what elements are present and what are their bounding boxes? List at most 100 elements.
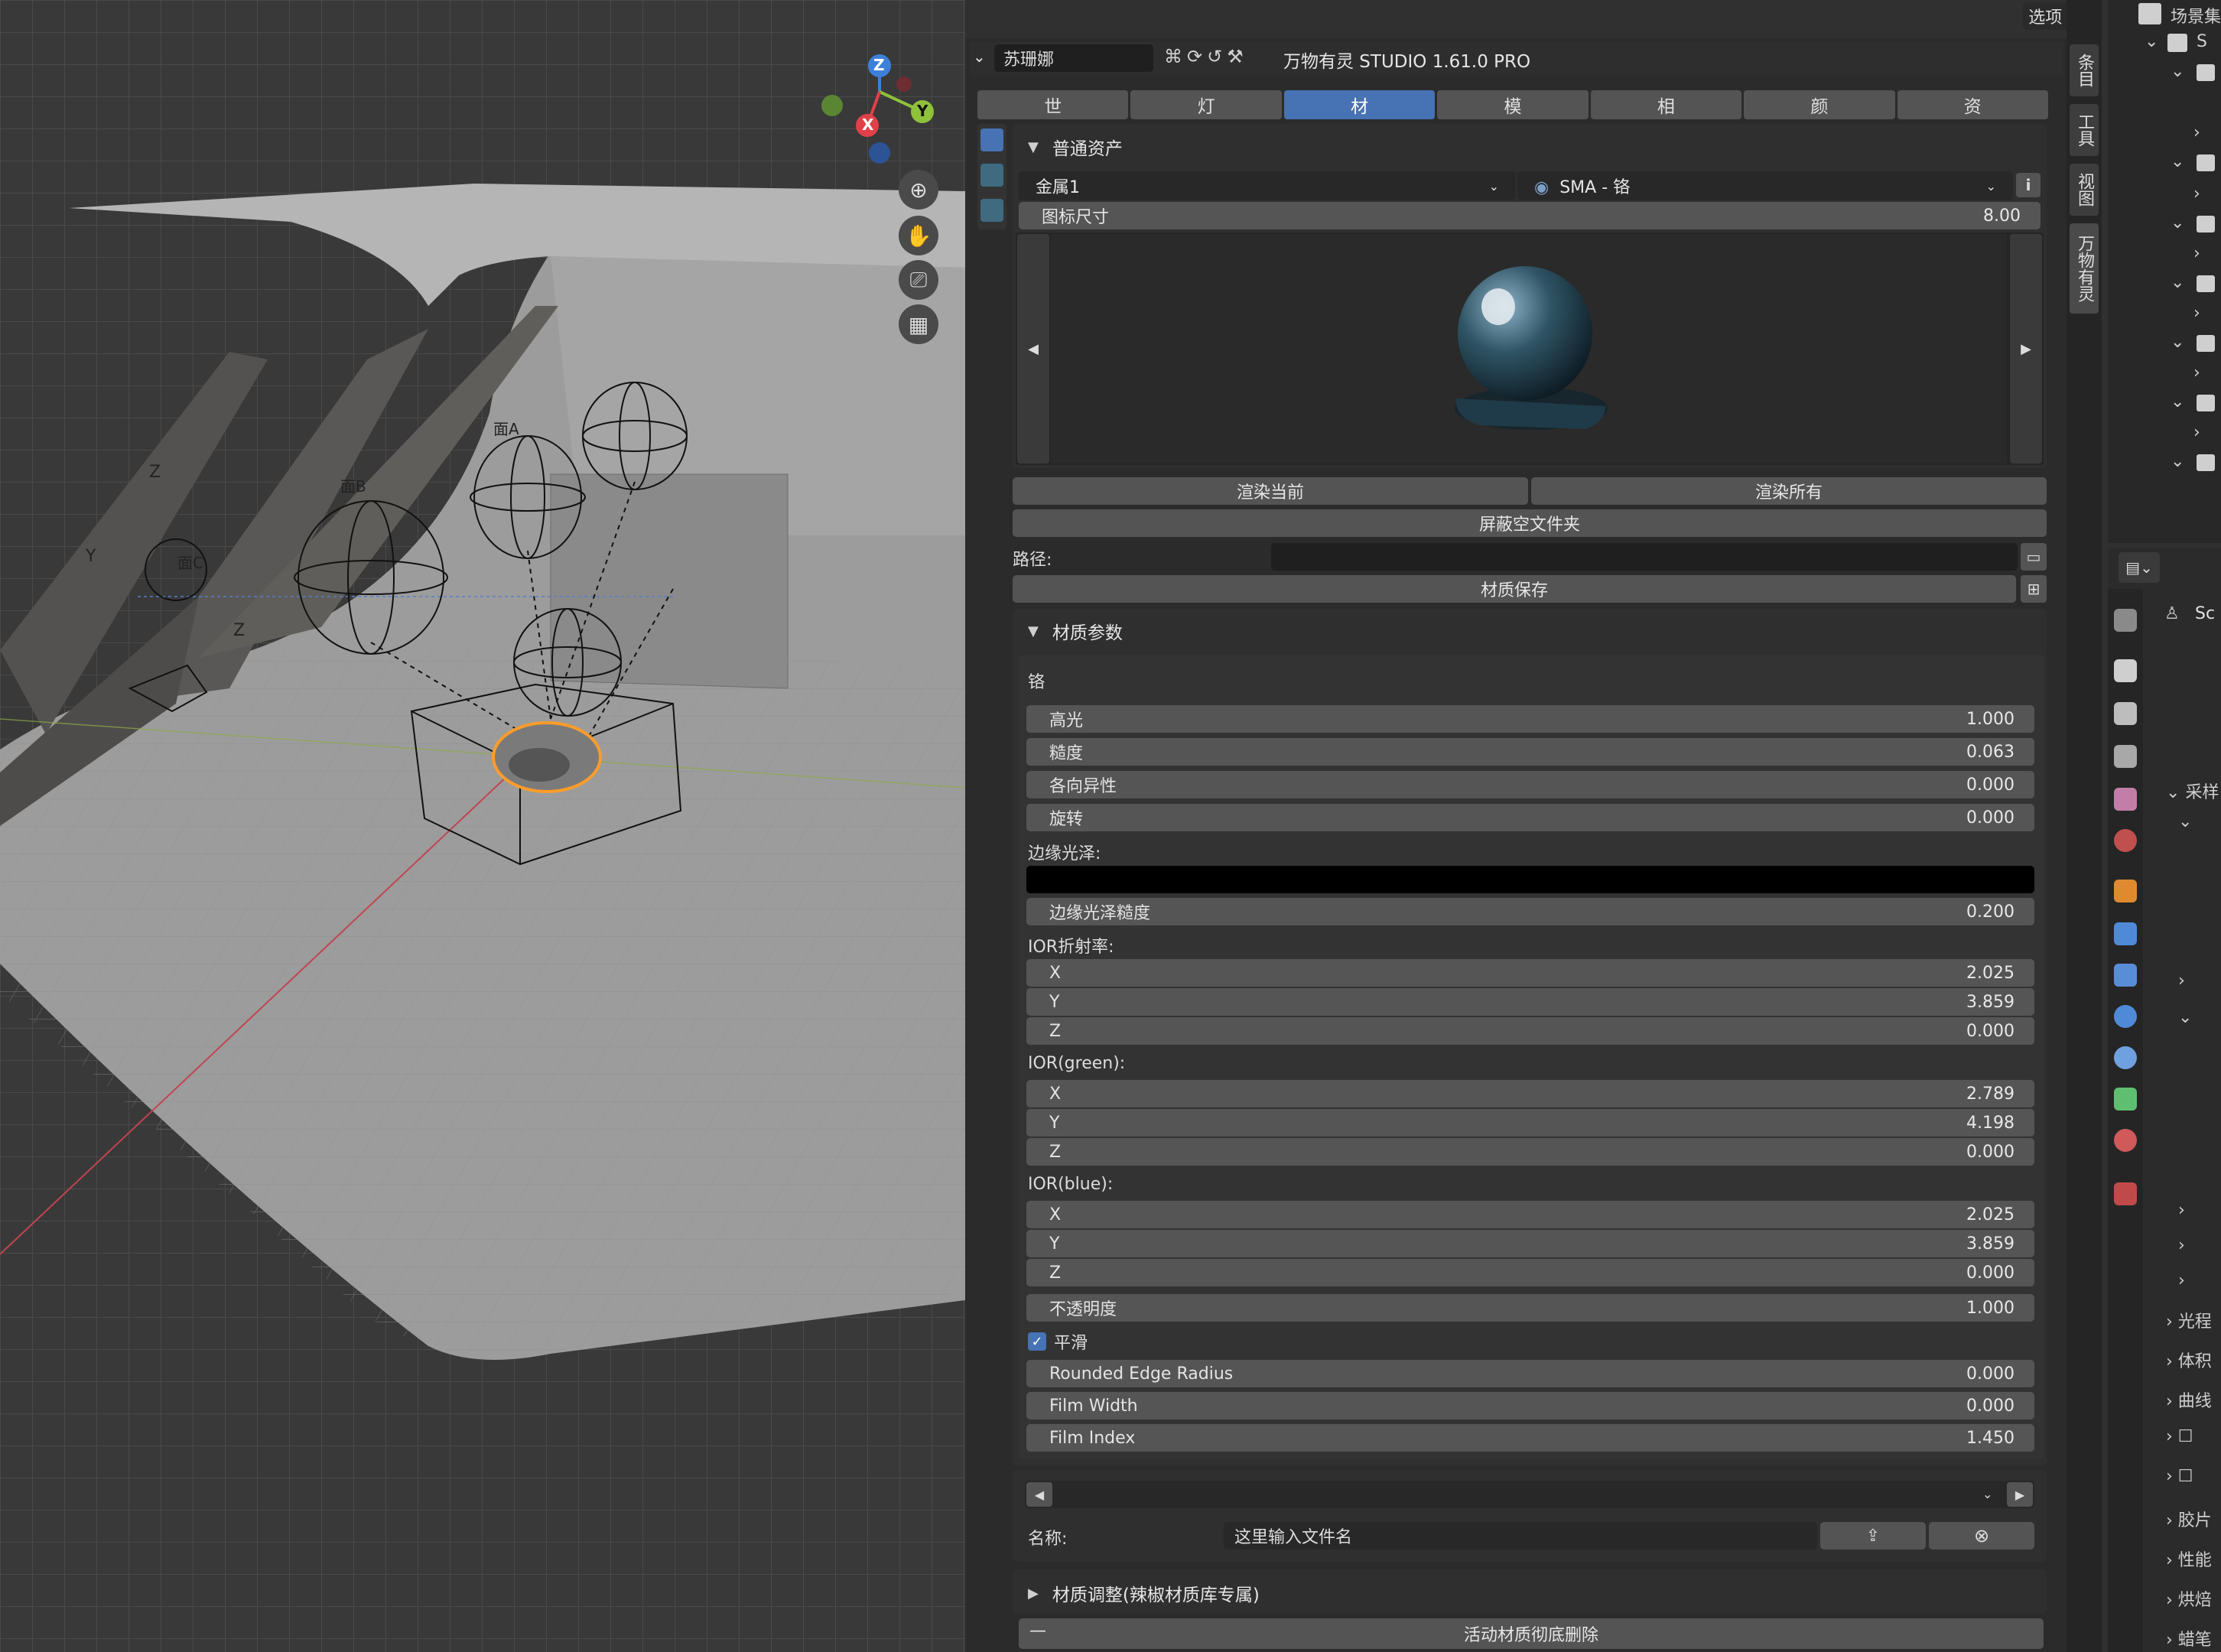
- section-checkbox-2[interactable]: › ☐: [2166, 1467, 2193, 1486]
- ior-blue-x[interactable]: X 2.025: [1026, 1201, 2034, 1228]
- asset-mode-icon-1[interactable]: [980, 128, 1003, 151]
- edge-roughness-slider[interactable]: 边缘光泽糙度 0.200: [1026, 898, 2034, 925]
- asset-section-header[interactable]: ▼ 普通资产: [1028, 134, 1123, 160]
- expand-chevron-icon[interactable]: ›: [2178, 971, 2185, 990]
- expand-chevron-icon[interactable]: ⌄: [2145, 32, 2158, 51]
- object-tab-icon[interactable]: [2114, 880, 2137, 902]
- world-tab-icon[interactable]: [2114, 829, 2137, 852]
- checkbox-checked-icon[interactable]: ✓: [1028, 1332, 1046, 1351]
- upload-icon[interactable]: ⇪: [1820, 1522, 1926, 1550]
- expand-chevron-icon[interactable]: ›: [2178, 1236, 2185, 1255]
- view-layer-tab-icon[interactable]: [2114, 745, 2137, 768]
- preview-next-button[interactable]: ▶: [2010, 234, 2042, 463]
- section-sampling[interactable]: ⌄ 采样: [2166, 779, 2219, 803]
- data-tab-icon[interactable]: [2114, 1088, 2137, 1111]
- tab-material[interactable]: 材: [1283, 90, 1436, 119]
- preview-thumbnail-frame[interactable]: [1051, 234, 2007, 463]
- tab-tool[interactable]: 工具: [2070, 104, 2099, 156]
- asset-mode-icon-3[interactable]: [980, 199, 1003, 222]
- chevron-down-icon[interactable]: ⌄: [1982, 1487, 1992, 1501]
- rotation-slider[interactable]: 旋转 0.000: [1026, 804, 2034, 831]
- file-next-button[interactable]: ▶: [2007, 1482, 2033, 1507]
- filename-input[interactable]: 这里输入文件名: [1224, 1522, 1817, 1550]
- film-width-slider[interactable]: Film Width 0.000: [1026, 1392, 2034, 1419]
- specular-slider[interactable]: 高光 1.000: [1026, 705, 2034, 733]
- delete-active-material-button[interactable]: — 活动材质彻底删除: [1019, 1618, 2044, 1649]
- material-params-header[interactable]: ▼ 材质参数: [1028, 618, 1123, 644]
- ortho-grid-icon[interactable]: ▦: [899, 304, 938, 344]
- render-all-button[interactable]: 渲染所有: [1531, 477, 2047, 505]
- outliner-first-item[interactable]: S: [2197, 32, 2207, 51]
- scene-name[interactable]: Sc: [2195, 604, 2215, 623]
- material-save-button[interactable]: 材质保存: [1013, 575, 2016, 603]
- 3d-viewport[interactable]: 面B 面A 面C Z Y Z Z Y X ⊕ ✋ ⎚ ▦: [0, 0, 965, 1652]
- render-current-button[interactable]: 渲染当前: [1013, 477, 1528, 505]
- section-checkbox-1[interactable]: › ☐: [2166, 1427, 2193, 1446]
- tab-model[interactable]: 模: [1437, 90, 1589, 119]
- ior-red-z[interactable]: Z 0.000: [1026, 1017, 2034, 1045]
- material-tab-icon[interactable]: [2114, 1129, 2137, 1152]
- ior-red-y[interactable]: Y 3.859: [1026, 988, 2034, 1016]
- info-icon[interactable]: i: [2016, 173, 2041, 197]
- file-prev-button[interactable]: ◀: [1026, 1482, 1052, 1507]
- tab-item[interactable]: 条目: [2070, 44, 2099, 96]
- ior-blue-y[interactable]: Y 3.859: [1026, 1230, 2034, 1257]
- tab-color[interactable]: 颜: [1744, 90, 1895, 119]
- section-grease-pencil[interactable]: › 蜡笔: [2166, 1626, 2212, 1650]
- hide-empty-folders-button[interactable]: 屏蔽空文件夹: [1013, 509, 2047, 537]
- film-index-slider[interactable]: Film Index 1.450: [1026, 1424, 2034, 1452]
- camera-view-icon[interactable]: ⎚: [899, 260, 938, 300]
- ior-green-y[interactable]: Y 4.198: [1026, 1109, 2034, 1137]
- command-icon[interactable]: ⌘: [1164, 46, 1182, 67]
- expand-chevron-icon[interactable]: ⌄: [2178, 812, 2192, 831]
- ior-green-z[interactable]: Z 0.000: [1026, 1138, 2034, 1166]
- tab-camera[interactable]: 相: [1590, 90, 1742, 119]
- expand-chevron-icon[interactable]: ›: [2178, 1271, 2185, 1290]
- tab-assets[interactable]: 资: [1897, 90, 2048, 119]
- pan-hand-icon[interactable]: ✋: [899, 216, 938, 255]
- tab-world[interactable]: 世: [977, 90, 1129, 119]
- modifier-tab-icon[interactable]: [2114, 922, 2137, 945]
- tab-addon[interactable]: 万物有灵: [2070, 223, 2099, 314]
- category-dropdown[interactable]: 金属1 ⌄: [1019, 171, 1516, 200]
- section-volumes[interactable]: › 体积: [2166, 1348, 2212, 1372]
- icon-size-slider[interactable]: 图标尺寸 8.00: [1019, 202, 2041, 229]
- render-tab-icon[interactable]: [2114, 659, 2137, 682]
- particles-tab-icon[interactable]: [2114, 964, 2137, 987]
- material-dropdown[interactable]: ◉ SMA - 铬 ⌄: [1517, 171, 2013, 200]
- section-performance[interactable]: › 性能: [2166, 1546, 2212, 1571]
- history-icon[interactable]: ↺: [1207, 46, 1222, 67]
- ior-blue-z[interactable]: Z 0.000: [1026, 1259, 2034, 1286]
- section-light-paths[interactable]: › 光程: [2166, 1308, 2212, 1332]
- edge-tint-color-swatch[interactable]: [1026, 866, 2034, 893]
- collapse-chevron-icon[interactable]: ⌄: [973, 47, 986, 66]
- tool-tab-icon[interactable]: [2114, 609, 2137, 632]
- rounded-edge-slider[interactable]: Rounded Edge Radius 0.000: [1026, 1360, 2034, 1387]
- tab-light[interactable]: 灯: [1130, 90, 1282, 119]
- zoom-icon[interactable]: ⊕: [899, 170, 938, 210]
- navigation-gizmo[interactable]: Z Y X: [818, 52, 941, 167]
- clear-icon[interactable]: ⊗: [1929, 1522, 2034, 1550]
- physics-tab-icon[interactable]: [2114, 1005, 2137, 1028]
- adjust-section-header[interactable]: ▶ 材质调整(辣椒材质库专属): [1028, 1580, 1260, 1606]
- refresh-icon[interactable]: ⟳: [1187, 46, 1202, 67]
- constraints-tab-icon[interactable]: [2114, 1046, 2137, 1069]
- output-tab-icon[interactable]: [2114, 702, 2137, 725]
- opacity-slider[interactable]: 不透明度 1.000: [1026, 1294, 2034, 1322]
- smooth-checkbox-row[interactable]: ✓ 平滑: [1028, 1329, 1088, 1354]
- expand-chevron-icon[interactable]: ⌄: [2178, 1008, 2192, 1027]
- anisotropy-slider[interactable]: 各向异性 0.000: [1026, 771, 2034, 798]
- path-input[interactable]: [1271, 543, 2018, 571]
- roughness-slider[interactable]: 糙度 0.063: [1026, 738, 2034, 766]
- preview-prev-button[interactable]: ◀: [1017, 234, 1049, 463]
- expand-chevron-icon[interactable]: ›: [2178, 1201, 2185, 1220]
- new-folder-icon[interactable]: ⊞: [2021, 575, 2047, 603]
- ior-green-x[interactable]: X 2.789: [1026, 1080, 2034, 1107]
- section-film[interactable]: › 胶片: [2166, 1507, 2212, 1531]
- tools-icon[interactable]: ⚒: [1227, 46, 1244, 67]
- ior-red-x[interactable]: X 2.025: [1026, 959, 2034, 987]
- asset-mode-icon-2[interactable]: [980, 164, 1003, 187]
- section-curves[interactable]: › 曲线: [2166, 1387, 2212, 1412]
- tab-view[interactable]: 视图: [2070, 164, 2099, 216]
- editor-type-icon[interactable]: ▤⌄: [2119, 552, 2160, 583]
